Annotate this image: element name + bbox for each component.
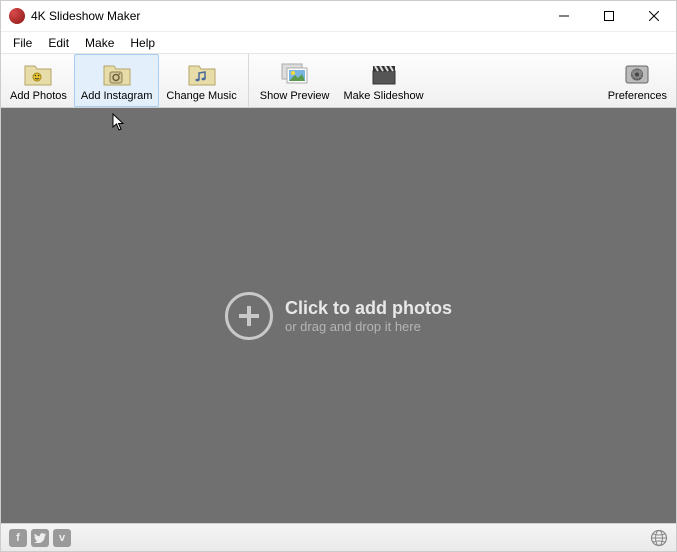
menu-make[interactable]: Make	[77, 34, 122, 52]
social-links: f v	[9, 529, 71, 547]
folder-music-icon	[186, 59, 218, 89]
add-photos-button[interactable]: Add Photos	[3, 54, 74, 107]
close-button[interactable]	[631, 1, 676, 31]
twitter-icon[interactable]	[31, 529, 49, 547]
show-preview-label: Show Preview	[260, 90, 330, 102]
clapperboard-icon	[368, 59, 400, 89]
facebook-icon[interactable]: f	[9, 529, 27, 547]
menubar: File Edit Make Help	[1, 31, 676, 53]
add-instagram-button[interactable]: Add Instagram	[74, 54, 160, 107]
show-preview-button[interactable]: Show Preview	[253, 54, 337, 107]
window-title: 4K Slideshow Maker	[31, 9, 541, 23]
drop-text: Click to add photos or drag and drop it …	[285, 298, 452, 334]
app-icon	[9, 8, 25, 24]
folder-photo-icon	[22, 59, 54, 89]
make-slideshow-label: Make Slideshow	[343, 90, 423, 102]
toolbar: Add Photos Add Instagram Change Music Sh…	[1, 53, 676, 108]
minimize-button[interactable]	[541, 1, 586, 31]
drop-main-text: Click to add photos	[285, 298, 452, 319]
change-music-button[interactable]: Change Music	[159, 54, 243, 107]
preview-icon	[279, 59, 311, 89]
globe-icon[interactable]	[650, 529, 668, 547]
mouse-cursor	[112, 113, 128, 133]
make-slideshow-button[interactable]: Make Slideshow	[336, 54, 430, 107]
window-controls	[541, 1, 676, 31]
drop-sub-text: or drag and drop it here	[285, 319, 452, 334]
maximize-button[interactable]	[586, 1, 631, 31]
add-photos-label: Add Photos	[10, 90, 67, 102]
menu-help[interactable]: Help	[122, 34, 163, 52]
drop-zone[interactable]: Click to add photos or drag and drop it …	[225, 292, 452, 340]
plus-circle-icon	[225, 292, 273, 340]
content-area[interactable]: Click to add photos or drag and drop it …	[1, 108, 676, 523]
preferences-button[interactable]: Preferences	[601, 54, 674, 107]
folder-instagram-icon	[101, 59, 133, 89]
menu-file[interactable]: File	[5, 34, 40, 52]
menu-edit[interactable]: Edit	[40, 34, 77, 52]
add-instagram-label: Add Instagram	[81, 90, 153, 102]
gear-icon	[621, 59, 653, 89]
titlebar: 4K Slideshow Maker	[1, 1, 676, 31]
change-music-label: Change Music	[166, 90, 236, 102]
statusbar: f v	[1, 523, 676, 551]
preferences-label: Preferences	[608, 90, 667, 102]
vimeo-icon[interactable]: v	[53, 529, 71, 547]
